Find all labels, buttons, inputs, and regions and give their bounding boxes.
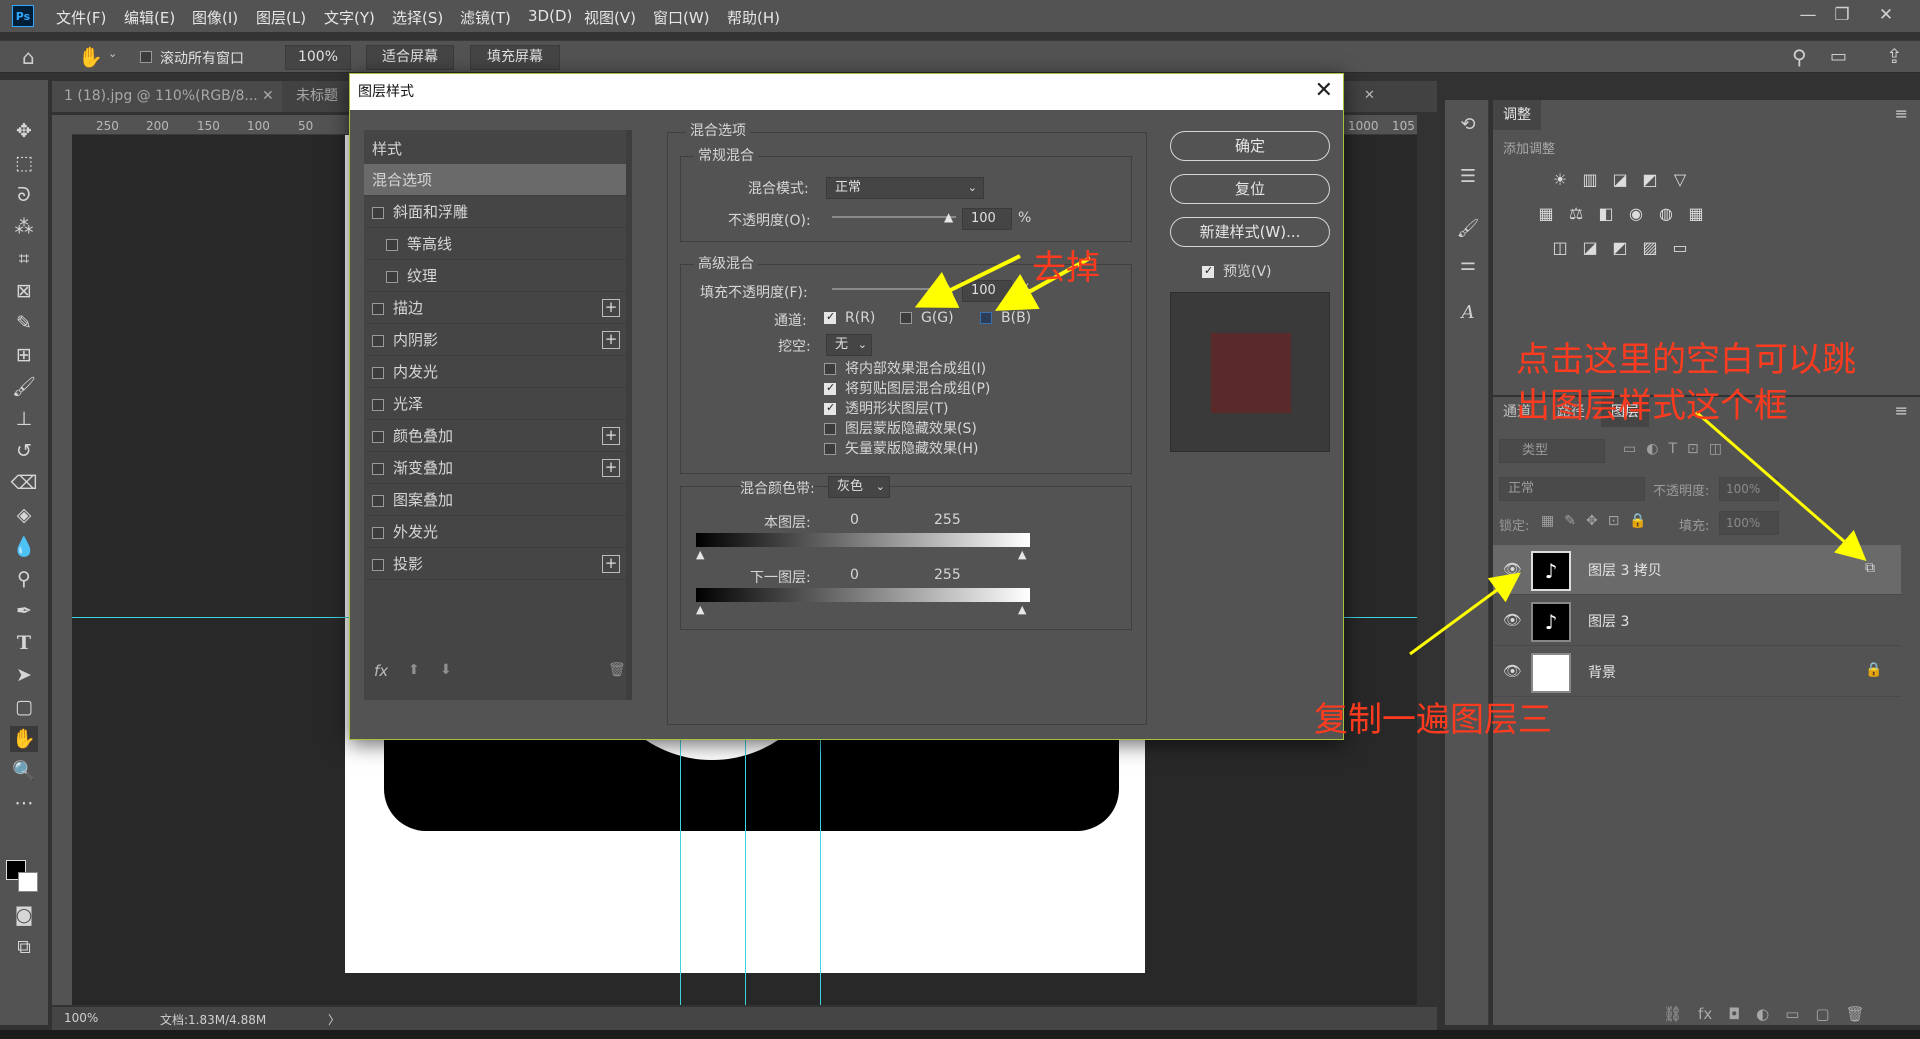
arrow-to-g-channel <box>914 254 1021 308</box>
arrow-to-layer-copy <box>1409 572 1521 656</box>
annotation-click-blank-1: 点击这里的空白可以跳 <box>1516 340 1856 380</box>
annotation-duplicate: 复制一遍图层三 <box>1314 700 1552 740</box>
annotation-arrows <box>914 254 1867 656</box>
annotation-remove: 去掉 <box>1032 248 1100 288</box>
arrow-to-blank-area <box>1695 410 1867 561</box>
annotation-click-blank-2: 出图层样式这个框 <box>1516 386 1788 426</box>
